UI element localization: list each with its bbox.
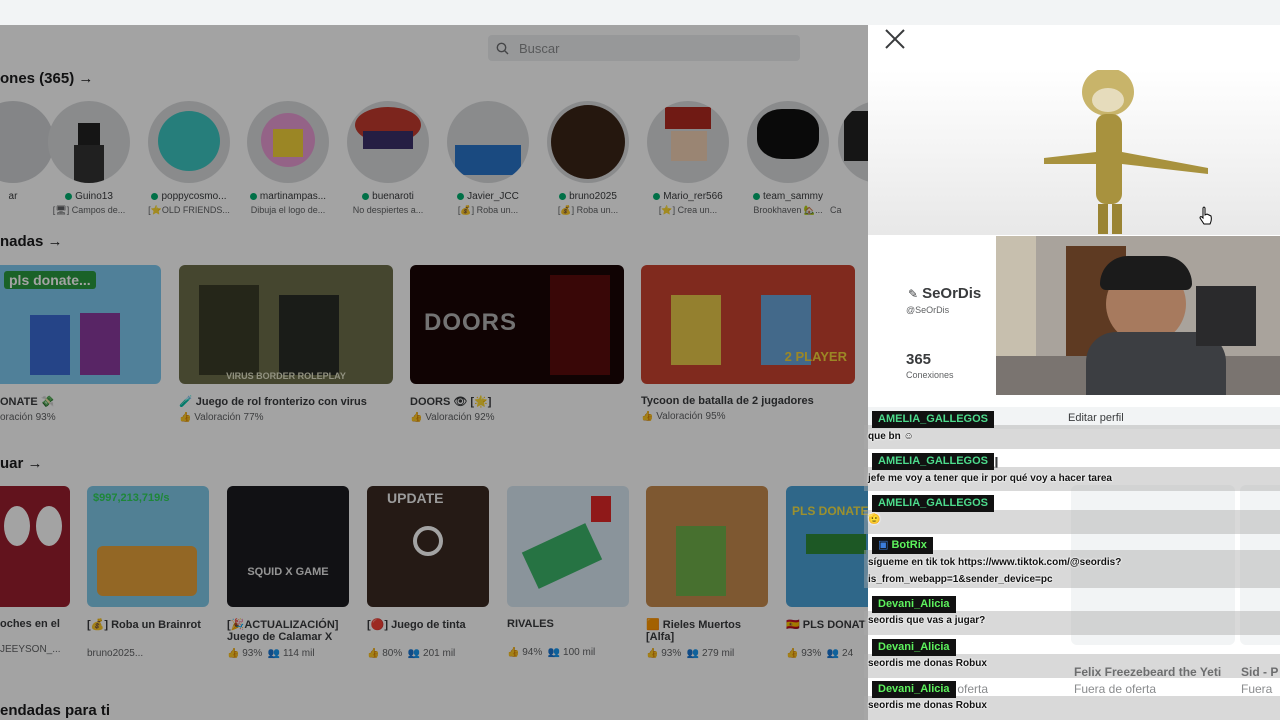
chat-text: is_from_webapp=1&sender_device=pc [868,574,1053,585]
profile-handle: @SeOrDis [906,305,950,315]
profile-display-name[interactable]: ✎ SeOrDis [908,285,981,302]
chat-text: que bn ☺ [868,431,914,442]
chat-username: AMELIA_GALLEGOS [872,495,995,512]
modal-backdrop[interactable] [0,25,868,720]
connections-label: Conexiones [906,370,954,380]
chat-username: ▣ BotRix [872,537,933,554]
shop-item-status: Fuera de oferta [1074,682,1157,696]
chat-username: AMELIA_GALLEGOS [872,411,995,428]
chat-text: jefe me voy a tener que ir por qué voy a… [868,473,1112,484]
chat-text: 🫡 [868,514,881,525]
hand-cursor-icon [1199,206,1213,226]
close-icon [885,29,905,49]
chat-username: Devani_Alicia [872,681,956,698]
chat-text: seordis me donas Robux [868,658,987,669]
chat-text: seordis que vas a jugar? [868,615,986,626]
avatar-3d-view[interactable] [868,68,1280,235]
pencil-icon: ✎ [908,286,919,301]
shop-item-status: Fuera [1241,682,1273,696]
chat-username: Devani_Alicia [872,639,956,656]
close-button[interactable] [883,27,907,51]
chat-username: Devani_Alicia [872,596,956,613]
chat-text: seordis me donas Robux [868,700,987,711]
bot-badge-icon: ▣ [878,539,889,551]
browser-top-bar [0,0,1280,25]
webcam-overlay [996,236,1280,395]
chat-username: AMELIA_GALLEGOS [872,453,995,470]
sloth-avatar-icon [1044,68,1208,234]
connections-count[interactable]: 365 [906,351,931,368]
chat-text: sígueme en tik tok https://www.tiktok.co… [868,557,1122,568]
